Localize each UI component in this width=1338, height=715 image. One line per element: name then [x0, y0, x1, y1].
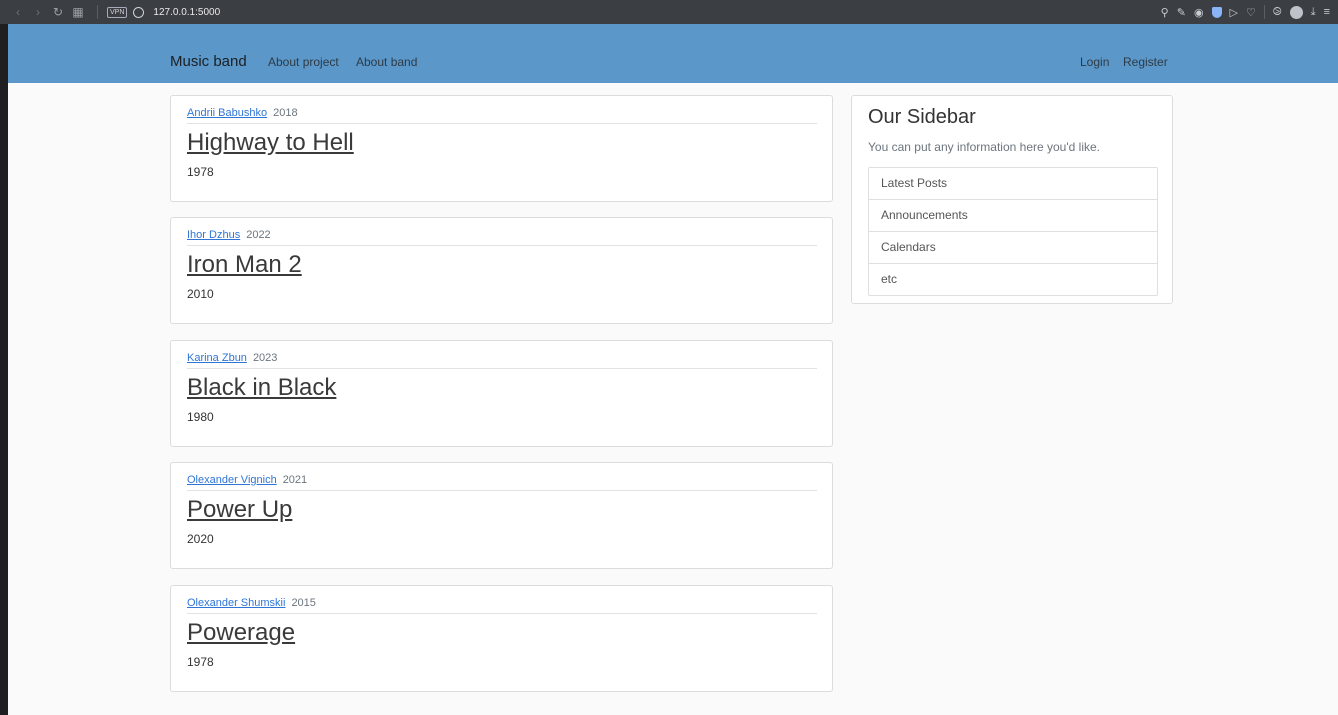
menu-icon[interactable]: ≡ [1324, 6, 1330, 18]
post-card: Karina Zbun 2023 Black in Black 1980 [170, 340, 833, 447]
sidebar-title: Our Sidebar [868, 106, 976, 128]
nav-about-project[interactable]: About project [268, 55, 339, 69]
navbar-top-strip [8, 24, 1338, 40]
post-meta: Karina Zbun 2023 [187, 352, 277, 364]
post-author-link[interactable]: Ihor Dzhus [187, 229, 240, 241]
sidebar-item-calendars[interactable]: Calendars [869, 232, 1157, 264]
browser-nav: ‹ › ↻ ▦ [8, 5, 88, 19]
edit-icon[interactable]: ✎ [1177, 6, 1186, 19]
heart-icon[interactable]: ♡ [1246, 6, 1256, 19]
post-content: 1978 [187, 655, 214, 669]
nav-register[interactable]: Register [1123, 55, 1168, 69]
reload-icon[interactable]: ↻ [48, 5, 68, 19]
brand-link[interactable]: Music band [170, 53, 247, 70]
cube-icon[interactable]: ⧁ [1273, 6, 1282, 19]
forward-icon[interactable]: › [28, 5, 48, 19]
post-author-link[interactable]: Olexander Shumskii [187, 597, 285, 609]
post-title-link[interactable]: Highway to Hell [187, 129, 354, 157]
shield-icon[interactable] [1211, 6, 1222, 18]
post-date: 2018 [273, 107, 298, 119]
browser-extensions: ⚲ ✎ ◉ ▷ ♡ ⧁ ⤓ ≡ [1161, 0, 1330, 24]
post-title-link[interactable]: Power Up [187, 496, 292, 524]
post-meta: Ihor Dzhus 2022 [187, 229, 271, 241]
sidebar-description: You can put any information here you'd l… [868, 140, 1100, 154]
post-divider [187, 245, 817, 246]
post-divider [187, 368, 817, 369]
address-bar[interactable]: 127.0.0.1:5000 [153, 7, 220, 18]
post-meta: Andrii Babushko 2018 [187, 107, 298, 119]
browser-toolbar: ‹ › ↻ ▦ VPN 127.0.0.1:5000 ⚲ ✎ ◉ ▷ ♡ ⧁ ⤓… [0, 0, 1338, 24]
post-author-link[interactable]: Karina Zbun [187, 352, 247, 364]
post-divider [187, 613, 817, 614]
download-icon[interactable]: ⤓ [1311, 6, 1316, 19]
sidebar-item-announcements[interactable]: Announcements [869, 200, 1157, 232]
post-date: 2022 [246, 229, 271, 241]
search-icon[interactable]: ⚲ [1161, 6, 1169, 19]
toolbar-divider [97, 5, 98, 19]
globe-icon [133, 6, 145, 18]
speed-dial-icon[interactable]: ▦ [68, 5, 88, 19]
post-card: Olexander Shumskii 2015 Powerage 1978 [170, 585, 833, 692]
post-card: Ihor Dzhus 2022 Iron Man 2 2010 [170, 217, 833, 324]
site-navbar: Music band About project About band Logi… [8, 40, 1338, 83]
post-date: 2015 [291, 597, 316, 609]
post-divider [187, 490, 817, 491]
nav-about-band[interactable]: About band [356, 55, 417, 69]
sidebar-list: Latest Posts Announcements Calendars etc [868, 167, 1158, 296]
post-card: Andrii Babushko 2018 Highway to Hell 1978 [170, 95, 833, 202]
window-edge [0, 24, 8, 715]
post-title-link[interactable]: Powerage [187, 619, 295, 647]
post-title-link[interactable]: Black in Black [187, 374, 336, 402]
sidebar-item-latest-posts[interactable]: Latest Posts [869, 168, 1157, 200]
send-icon[interactable]: ▷ [1230, 6, 1238, 19]
post-meta: Olexander Vignich 2021 [187, 474, 307, 486]
post-content: 2010 [187, 287, 214, 301]
post-card: Olexander Vignich 2021 Power Up 2020 [170, 462, 833, 569]
post-content: 2020 [187, 532, 214, 546]
camera-icon[interactable]: ◉ [1194, 6, 1204, 19]
toolbar-divider [1263, 5, 1265, 19]
profile-avatar[interactable] [1289, 5, 1303, 19]
nav-login[interactable]: Login [1080, 55, 1109, 69]
sidebar: Our Sidebar You can put any information … [851, 95, 1173, 304]
post-meta: Olexander Shumskii 2015 [187, 597, 316, 609]
post-date: 2023 [252, 352, 278, 364]
post-title-link[interactable]: Iron Man 2 [187, 251, 302, 279]
post-author-link[interactable]: Andrii Babushko [187, 107, 267, 119]
sidebar-item-etc[interactable]: etc [869, 264, 1157, 295]
back-icon[interactable]: ‹ [8, 5, 28, 19]
vpn-badge[interactable]: VPN [107, 6, 128, 18]
post-date: 2021 [282, 474, 308, 486]
post-divider [187, 123, 817, 124]
post-content: 1980 [187, 410, 214, 424]
post-content: 1978 [187, 165, 214, 179]
post-author-link[interactable]: Olexander Vignich [187, 474, 277, 486]
